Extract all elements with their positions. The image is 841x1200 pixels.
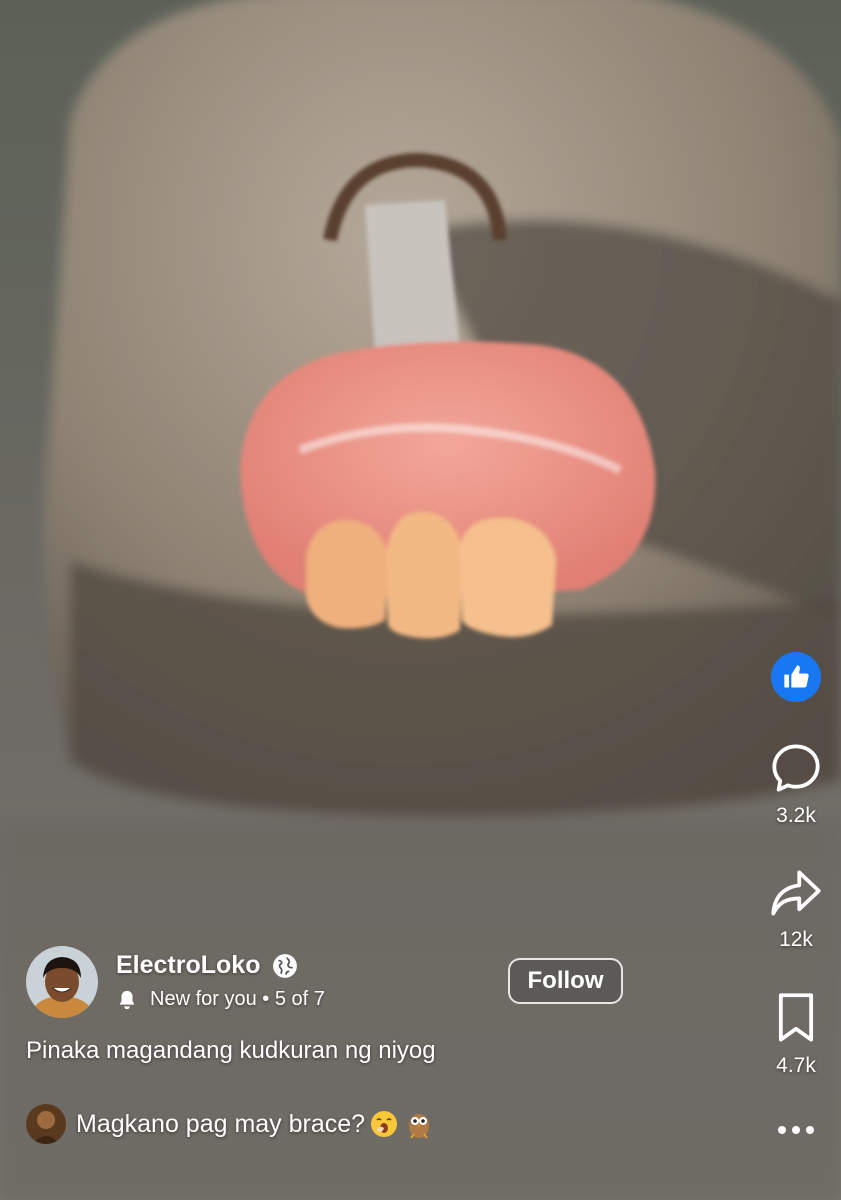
comment-count: 3.2k	[776, 804, 816, 827]
save-count: 4.7k	[776, 1054, 816, 1077]
share-icon	[771, 870, 821, 916]
thumbs-up-icon	[771, 652, 821, 702]
yawning-face-emoji	[371, 1111, 398, 1137]
comment-icon	[772, 744, 820, 792]
comment-button[interactable]: 3.2k	[770, 742, 822, 828]
share-count: 12k	[779, 928, 813, 951]
globe-icon	[273, 953, 298, 978]
save-button[interactable]: 4.7k	[776, 992, 816, 1078]
top-comment[interactable]: Magkano pag may brace?	[26, 1104, 433, 1144]
share-button[interactable]: 12k	[770, 868, 822, 952]
avatar[interactable]	[26, 946, 98, 1018]
feed-label: New for you • 5 of 7	[150, 988, 325, 1010]
bell-icon	[119, 990, 135, 1009]
more-horizontal-icon	[778, 1126, 814, 1134]
author-block: ElectroLoko New for you • 5 of 7	[26, 946, 325, 1018]
more-options-button[interactable]	[776, 1118, 816, 1142]
like-button[interactable]	[771, 652, 821, 702]
commenter-avatar	[26, 1104, 66, 1144]
video-frame[interactable]	[0, 0, 841, 1200]
post-caption[interactable]: Pinaka magandang kudkuran ng niyog	[26, 1037, 436, 1065]
follow-button[interactable]: Follow	[508, 958, 623, 1004]
action-rail: 3.2k 12k 4.7k	[751, 0, 841, 1200]
bookmark-icon	[778, 993, 814, 1042]
comment-text: Magkano pag may brace?	[76, 1109, 366, 1138]
owl-emoji	[409, 1114, 430, 1139]
author-name[interactable]: ElectroLoko	[116, 951, 260, 980]
